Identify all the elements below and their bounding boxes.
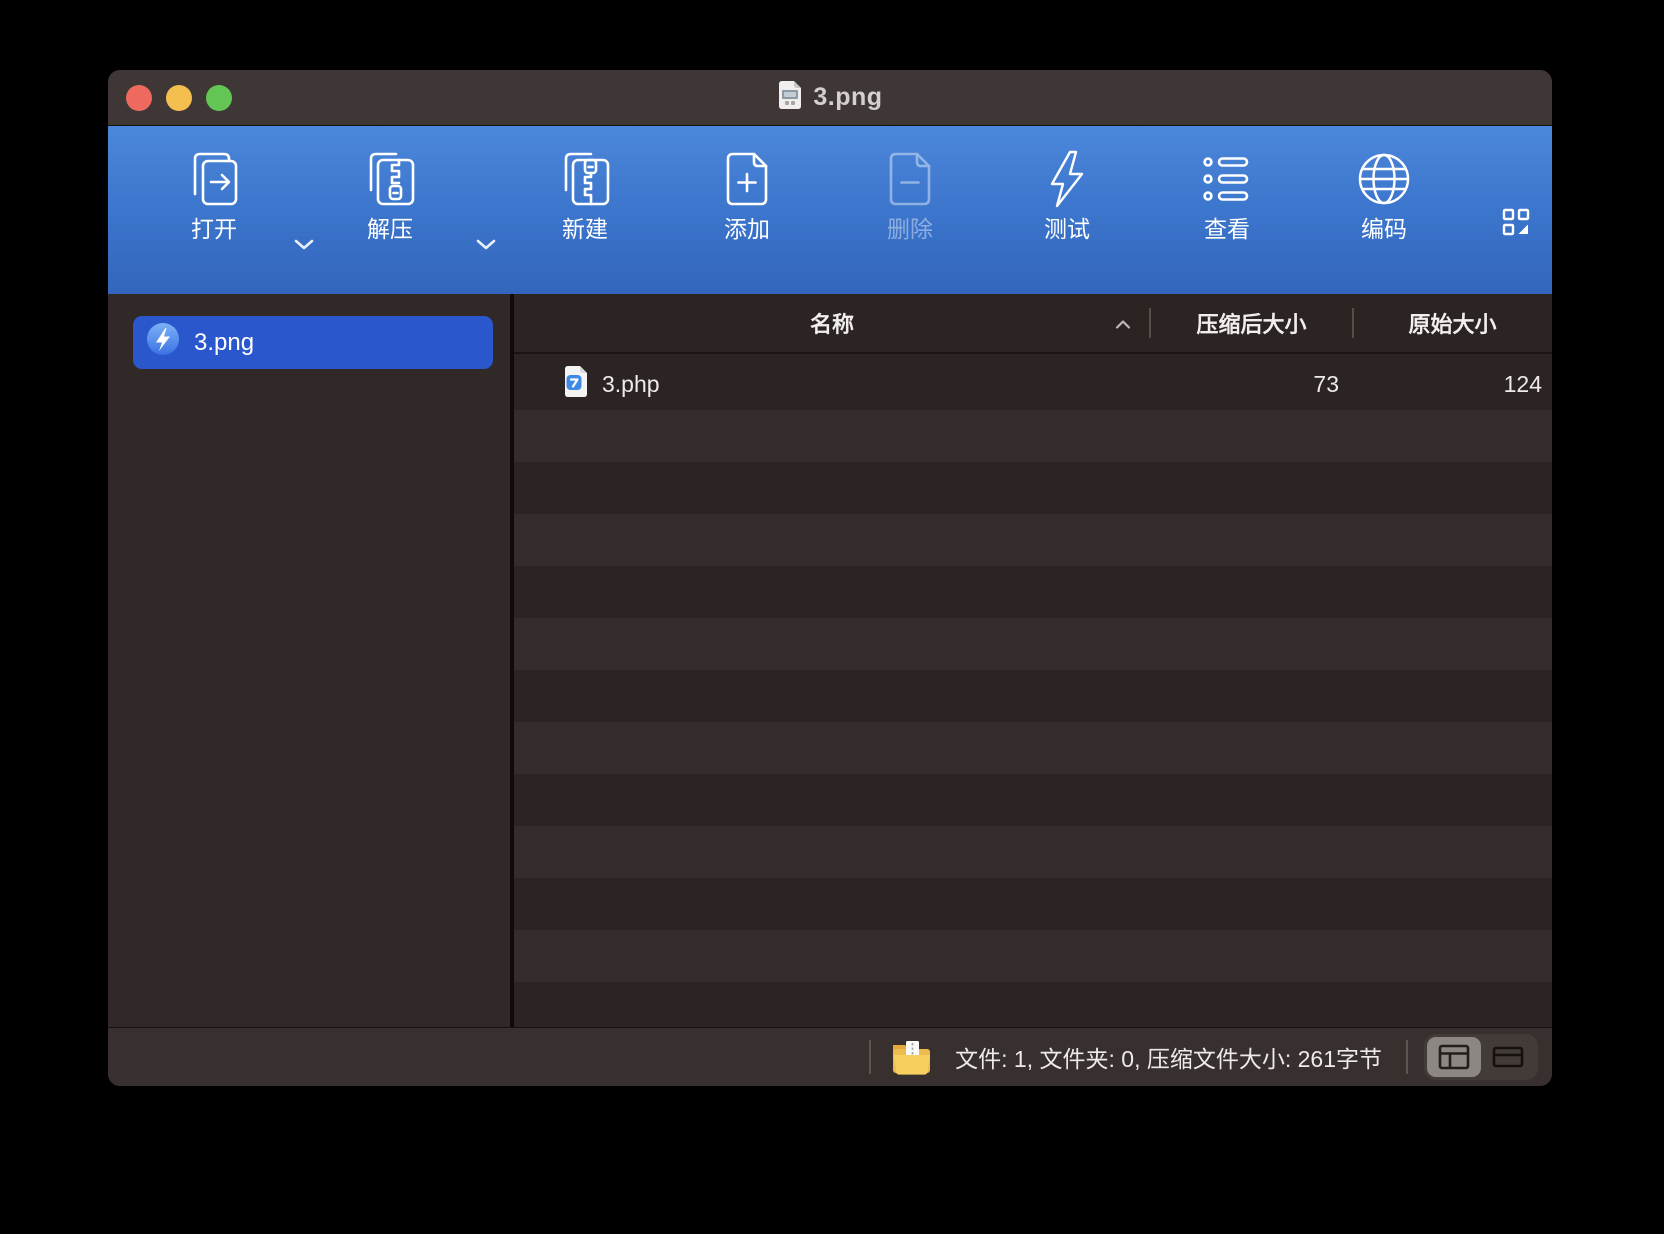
titlebar: 3.png bbox=[108, 70, 1552, 126]
betterzip-window: 3.png 打开 解压 新建 添加 删除 测试 查看 编码 3.png 名称 压… bbox=[108, 70, 1552, 1086]
extract-archive-icon bbox=[359, 148, 421, 210]
toolbar-test-label: 测试 bbox=[1044, 216, 1090, 242]
statusbar-divider bbox=[1406, 1040, 1408, 1074]
column-divider[interactable] bbox=[1149, 308, 1151, 338]
original-size-cell: 124 bbox=[1503, 370, 1542, 397]
toolbar-style-icon[interactable] bbox=[1502, 208, 1530, 241]
php-file-icon bbox=[562, 365, 589, 404]
zoom-window-button[interactable] bbox=[206, 84, 232, 111]
file-name-cell: 3.php bbox=[514, 365, 1150, 404]
archive-file-list: 名称 压缩后大小 原始大小 3.php 73 124 bbox=[514, 294, 1552, 1028]
delete-file-icon bbox=[879, 148, 941, 210]
compressed-size-cell: 73 bbox=[1313, 370, 1339, 397]
toolbar-encoding-label: 编码 bbox=[1361, 216, 1407, 242]
toolbar-add-button[interactable]: 添加 bbox=[672, 148, 822, 241]
layout-sidebar-table-button[interactable] bbox=[1427, 1037, 1481, 1077]
toolbar-extract-label: 解压 bbox=[367, 216, 413, 242]
list-body: 3.php 73 124 bbox=[514, 354, 1552, 1028]
file-name-label: 3.php bbox=[602, 370, 660, 397]
minimize-window-button[interactable] bbox=[166, 84, 192, 111]
view-mode-segmented-control bbox=[1424, 1034, 1538, 1080]
list-header-row: 名称 压缩后大小 原始大小 bbox=[514, 294, 1552, 354]
sidebar: 3.png bbox=[108, 294, 510, 1028]
layout-table-only-button[interactable] bbox=[1481, 1037, 1535, 1077]
toolbar-view-button[interactable]: 查看 bbox=[1152, 148, 1302, 241]
statusbar-summary: 文件: 1, 文件夹: 0, 压缩文件大小: 261字节 bbox=[955, 1046, 1382, 1072]
toolbar-open-label: 打开 bbox=[191, 216, 237, 242]
document-proxy-icon[interactable] bbox=[777, 79, 803, 116]
toolbar-extract-button[interactable]: 解压 bbox=[315, 148, 465, 241]
test-lightning-icon bbox=[1036, 148, 1098, 210]
view-list-icon bbox=[1196, 148, 1258, 210]
toolbar-delete-button[interactable]: 删除 bbox=[835, 148, 985, 241]
new-archive-icon bbox=[554, 148, 616, 210]
toolbar-view-label: 查看 bbox=[1204, 216, 1250, 242]
column-header-compressed-size[interactable]: 压缩后大小 bbox=[1150, 307, 1353, 339]
traffic-lights bbox=[126, 84, 232, 111]
toolbar: 打开 解压 新建 添加 删除 测试 查看 编码 bbox=[108, 126, 1552, 295]
statusbar-divider bbox=[869, 1040, 872, 1074]
sidebar-item-archive[interactable]: 3.png bbox=[133, 316, 493, 369]
toolbar-encoding-button[interactable]: 编码 bbox=[1309, 148, 1459, 241]
toolbar-test-button[interactable]: 测试 bbox=[992, 148, 1142, 241]
toolbar-open-button[interactable]: 打开 bbox=[139, 148, 289, 241]
sort-ascending-chevron-icon bbox=[1114, 310, 1132, 336]
toolbar-new-label: 新建 bbox=[562, 216, 608, 242]
column-divider[interactable] bbox=[1352, 308, 1354, 338]
column-header-name[interactable]: 名称 bbox=[514, 307, 1150, 339]
add-file-icon bbox=[716, 148, 778, 210]
toolbar-new-button[interactable]: 新建 bbox=[510, 148, 660, 241]
window-title: 3.png bbox=[813, 83, 883, 111]
column-header-original-size[interactable]: 原始大小 bbox=[1353, 307, 1552, 339]
toolbar-add-label: 添加 bbox=[724, 216, 770, 242]
table-row[interactable]: 3.php 73 124 bbox=[514, 358, 1552, 410]
zip-folder-icon bbox=[889, 1036, 935, 1078]
close-window-button[interactable] bbox=[126, 84, 152, 111]
app-bolt-badge-icon bbox=[146, 322, 180, 363]
striped-rows-background: 3.php 73 124 bbox=[514, 358, 1552, 1028]
statusbar: 文件: 1, 文件夹: 0, 压缩文件大小: 261字节 bbox=[108, 1027, 1552, 1086]
content-area: 3.png 名称 压缩后大小 原始大小 3.php 73 124 bbox=[108, 294, 1552, 1028]
open-dropdown-chevron-icon[interactable] bbox=[293, 238, 315, 256]
column-header-name-label: 名称 bbox=[809, 312, 854, 337]
encoding-globe-icon bbox=[1353, 148, 1415, 210]
toolbar-delete-label: 删除 bbox=[887, 216, 933, 242]
sidebar-item-label: 3.png bbox=[194, 328, 255, 356]
window-title-area: 3.png bbox=[777, 79, 882, 116]
open-document-icon bbox=[183, 148, 245, 210]
extract-dropdown-chevron-icon[interactable] bbox=[475, 238, 497, 256]
